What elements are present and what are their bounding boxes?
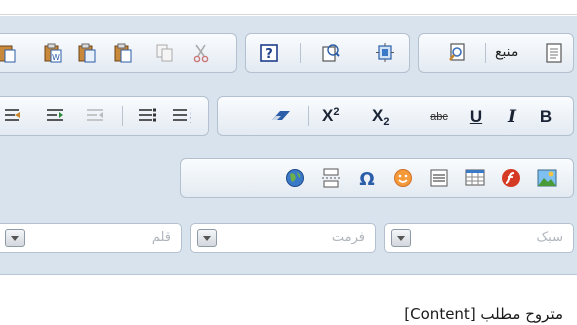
font-combo[interactable]: قلم [0,223,182,253]
image-icon [537,169,557,187]
paste-word-button[interactable]: W [42,42,64,64]
bulleted-list-icon: 1 2 3 [173,108,191,125]
source-label: منبع [495,44,519,60]
horizontal-rule-button[interactable] [428,167,450,189]
paste-button[interactable] [112,42,134,64]
blockquote-icon [5,109,20,121]
cut-button[interactable] [190,42,212,64]
globe-icon [286,169,304,187]
new-page-icon [322,44,340,62]
format-combo[interactable]: فرمت [190,223,376,253]
page-break-icon [322,168,340,188]
preview-button[interactable] [447,42,469,64]
underline-button[interactable]: U [464,107,488,127]
paste-special-button[interactable] [0,42,18,64]
svg-text:3: 3 [190,118,191,125]
svg-text:?: ? [265,47,273,62]
table-button[interactable] [464,167,486,189]
preview-icon [449,43,465,61]
font-combo-label: قلم [151,230,171,245]
paste-special-icon [0,45,16,63]
page-break-button[interactable] [320,167,342,189]
template-icon [376,43,394,62]
blockquote-button[interactable] [2,105,24,127]
superscript-2: 2 [333,106,340,118]
bold-button[interactable]: B [534,107,558,127]
separator [485,43,486,63]
superscript-button[interactable]: X2 [322,106,362,128]
chevron-down-icon[interactable] [5,229,25,247]
paste-word-icon: W [44,43,62,63]
flash-icon [502,169,520,187]
special-char-button[interactable]: Ω [356,167,378,189]
separator [122,106,123,126]
format-combo-label: فرمت [331,230,365,245]
style-combo-label: سبک [536,230,563,245]
templates-group: ? [245,33,410,73]
strike-button[interactable]: abc [424,107,454,127]
cut-icon [193,44,209,63]
help-button[interactable]: ? [258,42,280,64]
paste-text-icon [78,43,96,63]
link-button[interactable] [284,167,306,189]
remove-format-button[interactable] [270,105,292,127]
help-icon: ? [260,44,278,62]
separator [300,43,301,63]
document-icon [546,43,562,63]
editor-toolbar: منبع ? W B I U abc X2 X2 Ω سبک فرمت قلم [0,16,577,275]
bulleted-list-button[interactable]: 1 2 3 [170,105,192,127]
toolbar-row-4: سبک فرمت قلم [0,218,577,258]
table-icon [465,169,485,186]
outdent-icon [87,109,103,121]
numbered-list-button[interactable] [136,105,158,127]
clipboard-group: W [0,33,237,73]
toolbar-row-3: Ω [0,158,577,198]
style-combo[interactable]: سبک [384,223,574,253]
chevron-down-icon[interactable] [197,229,217,247]
subscript-x: X [372,106,384,125]
copy-button[interactable] [154,42,176,64]
flash-button[interactable] [500,167,522,189]
outdent-button[interactable] [84,105,106,127]
insert-group: Ω [180,158,574,198]
subscript-2: 2 [383,116,390,128]
svg-text:W: W [52,53,60,62]
editor-content[interactable]: متروح مطلب [Content] [404,305,563,323]
superscript-x: X [322,106,334,125]
indent-button[interactable] [44,105,66,127]
horizontal-rule-icon [430,169,448,187]
numbered-list-icon [139,108,156,122]
eraser-icon [272,111,290,120]
paste-icon [114,43,132,63]
smiley-button[interactable] [392,167,414,189]
image-button[interactable] [536,167,558,189]
document-group: منبع [418,33,574,73]
smiley-icon [394,169,412,187]
paragraph-group: 1 2 3 [0,96,209,136]
toolbar-row-1: منبع ? W [0,33,577,73]
indent-icon [47,109,63,121]
new-page-button[interactable] [320,42,342,64]
copy-icon [156,44,173,62]
source-button[interactable] [543,42,565,64]
paste-text-button[interactable] [76,42,98,64]
top-divider [0,14,577,15]
separator [308,106,309,126]
templates-button[interactable] [374,42,396,64]
svg-text:Ω: Ω [359,169,374,188]
toolbar-row-2: B I U abc X2 X2 [0,96,577,136]
subscript-button[interactable]: X2 [372,106,412,128]
format-group: B I U abc X2 X2 [217,96,574,136]
chevron-down-icon[interactable] [391,229,411,247]
italic-button[interactable]: I [500,107,524,127]
omega-icon: Ω [359,169,374,188]
